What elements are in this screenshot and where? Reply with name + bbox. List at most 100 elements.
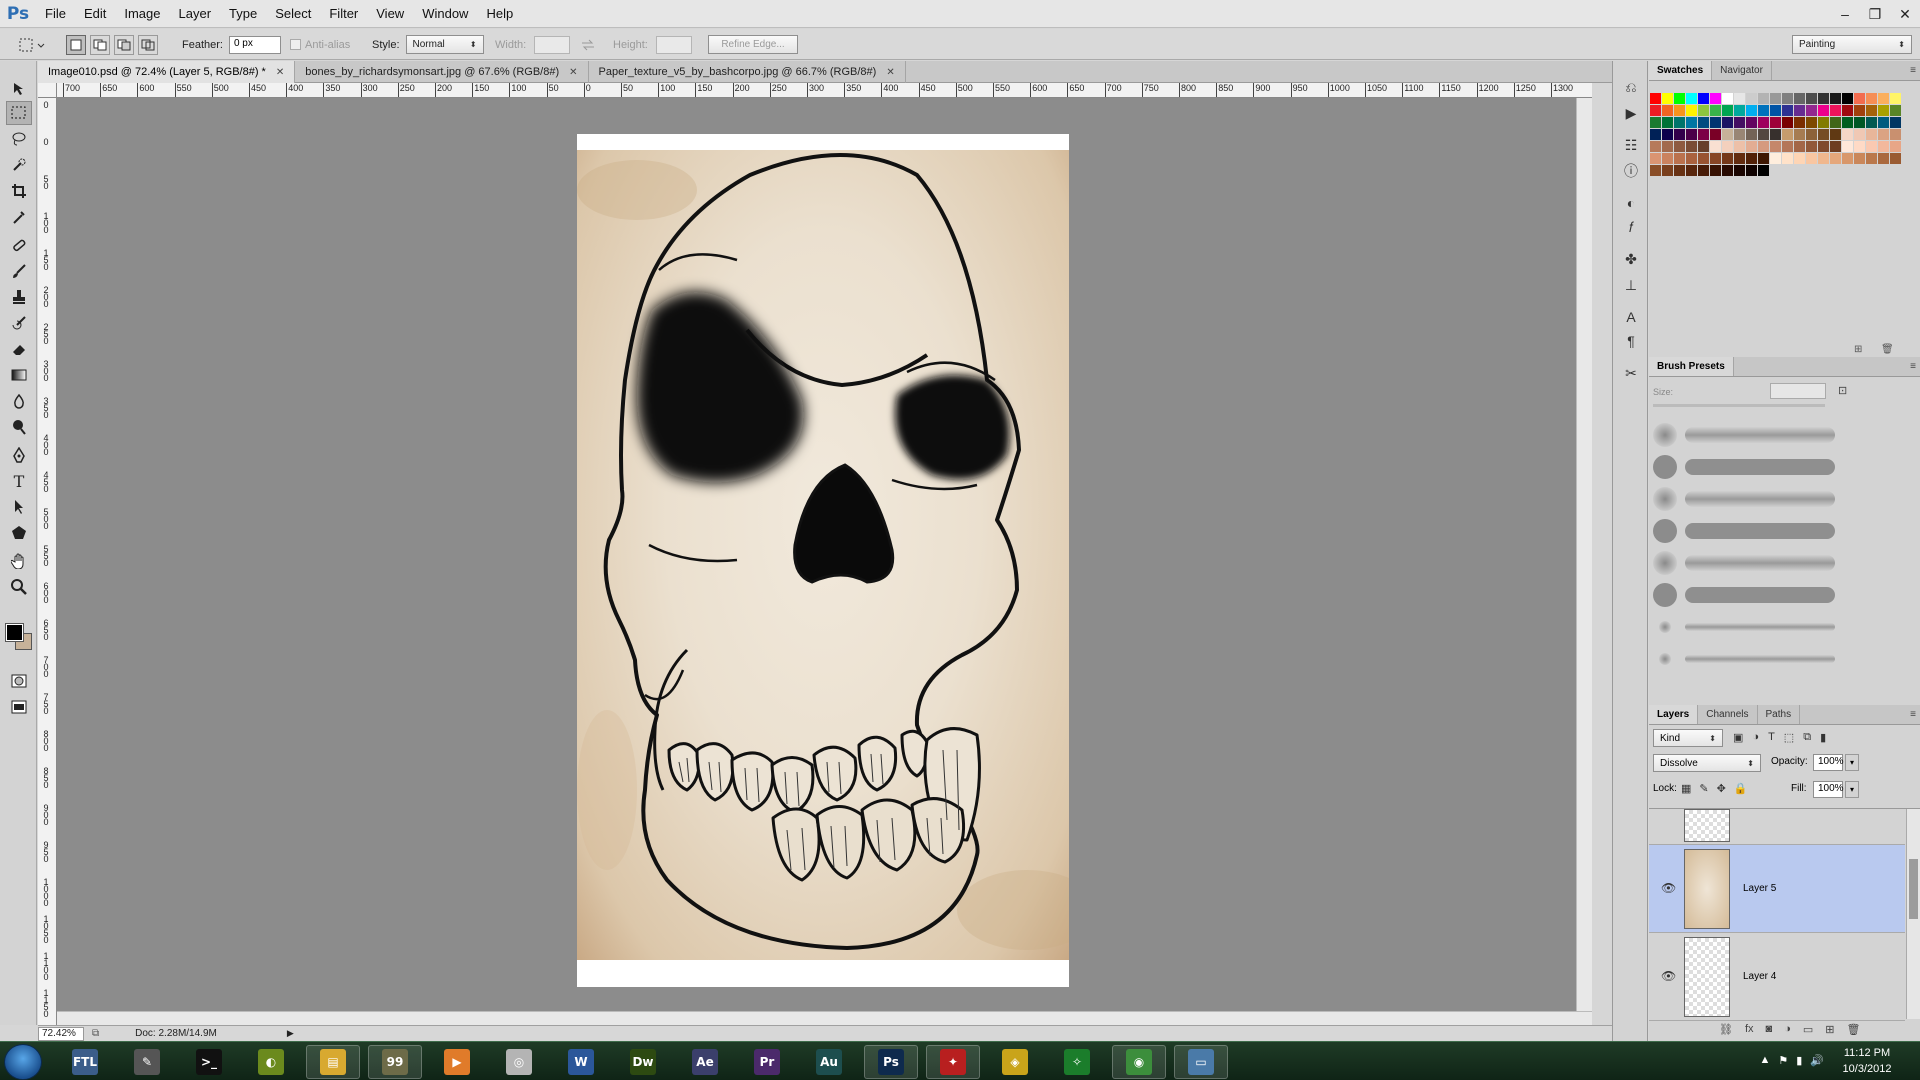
character-panel-icon[interactable]: A: [1621, 307, 1641, 327]
swatch[interactable]: [1830, 129, 1842, 141]
swatch[interactable]: [1698, 141, 1710, 153]
status-info-icon[interactable]: ⧉: [92, 1028, 99, 1039]
doc-tab-paper-texture[interactable]: Paper_texture_v5_by_bashcorpo.jpg @ 66.7…: [589, 61, 906, 83]
foreground-color-swatch[interactable]: [5, 623, 24, 642]
taskbar-app-dreamweaver[interactable]: Dw: [616, 1045, 670, 1079]
pen-tool-icon[interactable]: [6, 443, 32, 467]
styles-panel-icon[interactable]: 𝑓: [1621, 217, 1641, 237]
blend-mode-select[interactable]: Dissolve ⬍: [1653, 754, 1761, 772]
swatch[interactable]: [1698, 105, 1710, 117]
brush-preset[interactable]: [1649, 515, 1840, 547]
swatch[interactable]: [1818, 93, 1830, 105]
new-group-icon[interactable]: ▭: [1803, 1023, 1813, 1036]
swatch[interactable]: [1866, 93, 1878, 105]
brush-preset[interactable]: [1649, 579, 1840, 611]
swatch[interactable]: [1710, 141, 1722, 153]
lock-all-icon[interactable]: 🔒: [1734, 782, 1748, 795]
swatch[interactable]: [1698, 129, 1710, 141]
taskbar-app-word[interactable]: W: [554, 1045, 608, 1079]
swatch[interactable]: [1674, 105, 1686, 117]
vertical-scrollbar[interactable]: [1576, 98, 1592, 1025]
swatch[interactable]: [1890, 93, 1902, 105]
swatch[interactable]: [1674, 153, 1686, 165]
intersect-selection-icon[interactable]: [138, 34, 158, 55]
layers-scrollbar[interactable]: [1906, 809, 1920, 1019]
swatch[interactable]: [1806, 153, 1818, 165]
swatch[interactable]: [1734, 117, 1746, 129]
swatch[interactable]: [1686, 105, 1698, 117]
doc-tab-bones[interactable]: bones_by_richardsymonsart.jpg @ 67.6% (R…: [295, 61, 589, 83]
swap-dimensions-icon[interactable]: [580, 29, 596, 60]
swatch[interactable]: [1890, 105, 1902, 117]
panel-menu-icon[interactable]: ≡: [1910, 709, 1916, 720]
swatch[interactable]: [1662, 153, 1674, 165]
adjustment-layer-icon[interactable]: ◑: [1784, 1023, 1791, 1036]
swatch[interactable]: [1674, 117, 1686, 129]
swatch[interactable]: [1782, 93, 1794, 105]
gradient-tool-icon[interactable]: [6, 363, 32, 387]
tool-presets-panel-icon[interactable]: ✂: [1621, 363, 1641, 383]
menu-window[interactable]: Window: [413, 0, 477, 28]
swatch[interactable]: [1758, 141, 1770, 153]
swatch[interactable]: [1770, 153, 1782, 165]
menu-edit[interactable]: Edit: [75, 0, 115, 28]
link-layers-icon[interactable]: ⛓: [1719, 1023, 1733, 1036]
menu-view[interactable]: View: [367, 0, 413, 28]
swatch[interactable]: [1722, 165, 1734, 177]
swatch[interactable]: [1878, 117, 1890, 129]
height-input[interactable]: [655, 35, 692, 54]
workspace-select[interactable]: Painting ⬍: [1792, 35, 1912, 54]
swatch[interactable]: [1650, 165, 1662, 177]
panel-menu-icon[interactable]: ≡: [1910, 65, 1916, 76]
brush-size-input[interactable]: [1770, 383, 1826, 399]
start-button[interactable]: [4, 1044, 42, 1080]
swatch[interactable]: [1758, 105, 1770, 117]
swatch[interactable]: [1794, 93, 1806, 105]
swatch[interactable]: [1830, 141, 1842, 153]
fill-dropdown-icon[interactable]: ▾: [1845, 781, 1859, 798]
menu-image[interactable]: Image: [115, 0, 169, 28]
tab-paths[interactable]: Paths: [1758, 705, 1801, 724]
swatch[interactable]: [1878, 153, 1890, 165]
swatch[interactable]: [1650, 117, 1662, 129]
swatch[interactable]: [1794, 117, 1806, 129]
network-flag-icon[interactable]: ⚑: [1778, 1054, 1788, 1067]
swatch[interactable]: [1662, 105, 1674, 117]
swatch[interactable]: [1818, 105, 1830, 117]
taskbar-app-yellow-app[interactable]: ◈: [988, 1045, 1042, 1079]
swatch[interactable]: [1854, 141, 1866, 153]
swatch[interactable]: [1734, 129, 1746, 141]
swatch[interactable]: [1842, 141, 1854, 153]
tab-layers[interactable]: Layers: [1649, 705, 1699, 724]
smart-object-filter-icon[interactable]: ⧉: [1803, 731, 1811, 744]
antialias-checkbox[interactable]: [290, 39, 301, 50]
brush-panel-icon[interactable]: ✤: [1621, 249, 1641, 269]
hand-tool-icon[interactable]: [6, 549, 32, 573]
swatch[interactable]: [1722, 117, 1734, 129]
close-icon[interactable]: ✕: [569, 67, 577, 78]
swatch[interactable]: [1842, 153, 1854, 165]
actions-panel-icon[interactable]: ▶: [1621, 103, 1641, 123]
swatch[interactable]: [1770, 129, 1782, 141]
swatch[interactable]: [1854, 93, 1866, 105]
swatch[interactable]: [1830, 93, 1842, 105]
taskbar-app-after-effects[interactable]: Ae: [678, 1045, 732, 1079]
screen-mode-icon[interactable]: [6, 695, 32, 719]
swatch[interactable]: [1854, 117, 1866, 129]
menu-file[interactable]: File: [36, 0, 75, 28]
swatch[interactable]: [1662, 117, 1674, 129]
swatch[interactable]: [1842, 93, 1854, 105]
history-brush-tool-icon[interactable]: [6, 311, 32, 335]
menu-type[interactable]: Type: [220, 0, 266, 28]
layer-filter-select[interactable]: Kind ⬍: [1653, 729, 1723, 747]
swatch[interactable]: [1650, 129, 1662, 141]
layer-mask-icon[interactable]: ◙: [1766, 1023, 1773, 1036]
zoom-tool-icon[interactable]: [6, 575, 32, 599]
swatch[interactable]: [1722, 129, 1734, 141]
horizontal-ruler[interactable]: 700 650 600 550 500 450 400 350 300 250 200 150 100 5…: [57, 83, 1592, 98]
swatch[interactable]: [1746, 153, 1758, 165]
volume-icon[interactable]: 🔊: [1810, 1054, 1824, 1067]
swatch[interactable]: [1842, 117, 1854, 129]
swatch[interactable]: [1806, 93, 1818, 105]
swatch[interactable]: [1782, 117, 1794, 129]
